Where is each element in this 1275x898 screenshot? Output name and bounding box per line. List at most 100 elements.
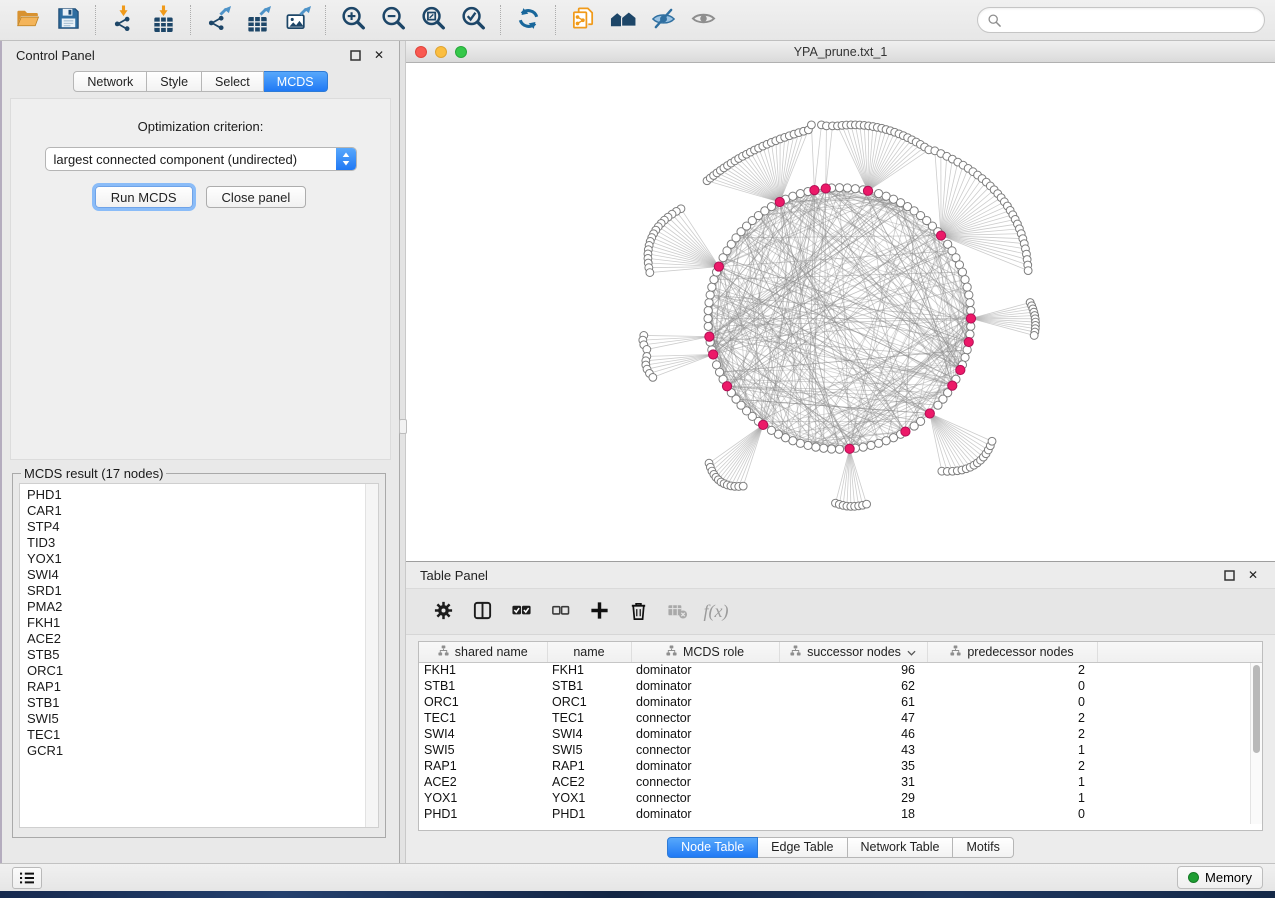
cell-name[interactable]: TEC1: [547, 710, 631, 726]
column-view-button[interactable]: [469, 599, 495, 625]
tab-select[interactable]: Select: [202, 71, 264, 92]
select-all-button[interactable]: [508, 599, 534, 625]
graph-node[interactable]: [875, 190, 883, 198]
cell-successor-nodes[interactable]: 43: [779, 742, 927, 758]
save-session-button[interactable]: [48, 4, 88, 36]
tab-motifs[interactable]: Motifs: [953, 837, 1013, 858]
result-node-item[interactable]: PMA2: [27, 599, 378, 615]
cell-name[interactable]: ORC1: [547, 694, 631, 710]
result-node-item[interactable]: YOX1: [27, 551, 378, 567]
graph-node[interactable]: [708, 283, 716, 291]
cell-predecessor-nodes[interactable]: 0: [927, 678, 1097, 694]
graph-node[interactable]: [827, 445, 835, 453]
mcds-node[interactable]: [863, 186, 872, 195]
graph-node[interactable]: [965, 291, 973, 299]
table-scrollbar-thumb[interactable]: [1253, 665, 1260, 753]
graph-node[interactable]: [961, 275, 969, 283]
graph-node[interactable]: [966, 299, 974, 307]
zoom-selected-button[interactable]: [453, 4, 493, 36]
tab-edge-table[interactable]: Edge Table: [758, 837, 847, 858]
cell-successor-nodes[interactable]: 61: [779, 694, 927, 710]
refresh-view-button[interactable]: [508, 4, 548, 36]
cell-shared-name[interactable]: STB1: [419, 678, 547, 694]
graph-node[interactable]: [867, 441, 875, 449]
cell-name[interactable]: PHD1: [547, 806, 631, 822]
cell-predecessor-nodes[interactable]: 0: [927, 694, 1097, 710]
panel-splitter[interactable]: [400, 41, 406, 863]
result-node-item[interactable]: SRD1: [27, 583, 378, 599]
cell-successor-nodes[interactable]: 31: [779, 774, 927, 790]
import-network-button[interactable]: [103, 4, 143, 36]
run-mcds-button[interactable]: Run MCDS: [95, 186, 193, 208]
graph-node[interactable]: [958, 268, 966, 276]
cell-shared-name[interactable]: SWI4: [419, 726, 547, 742]
graph-node[interactable]: [963, 283, 971, 291]
graph-node[interactable]: [704, 314, 712, 322]
graph-node[interactable]: [706, 291, 714, 299]
memory-button[interactable]: Memory: [1177, 866, 1263, 889]
graph-node[interactable]: [851, 185, 859, 193]
open-file-button[interactable]: [8, 4, 48, 36]
import-table-button[interactable]: [143, 4, 183, 36]
show-all-button[interactable]: [683, 4, 723, 36]
graph-node[interactable]: [739, 482, 747, 490]
cell-MCDS-role[interactable]: dominator: [631, 806, 779, 822]
cell-shared-name[interactable]: YOX1: [419, 790, 547, 806]
cell-predecessor-nodes[interactable]: 1: [927, 742, 1097, 758]
graph-node[interactable]: [820, 444, 828, 452]
close-panel-icon[interactable]: ✕: [371, 47, 387, 63]
graph-node[interactable]: [705, 299, 713, 307]
tab-style[interactable]: Style: [147, 71, 202, 92]
criterion-dropdown[interactable]: largest connected component (undirected): [45, 147, 357, 171]
cell-successor-nodes[interactable]: 18: [779, 806, 927, 822]
cell-MCDS-role[interactable]: connector: [631, 774, 779, 790]
close-window-icon[interactable]: [415, 46, 427, 58]
export-table-button[interactable]: [238, 4, 278, 36]
cell-MCDS-role[interactable]: connector: [631, 710, 779, 726]
graph-node[interactable]: [934, 401, 942, 409]
graph-node[interactable]: [835, 445, 843, 453]
cell-successor-nodes[interactable]: 47: [779, 710, 927, 726]
graph-node[interactable]: [807, 121, 815, 129]
network-canvas[interactable]: [406, 63, 1275, 561]
zoom-out-button[interactable]: [373, 4, 413, 36]
graph-node[interactable]: [789, 192, 797, 200]
zoom-in-button[interactable]: [333, 4, 373, 36]
column-header-MCDS-role[interactable]: MCDS role: [631, 642, 779, 662]
cell-shared-name[interactable]: TEC1: [419, 710, 547, 726]
cell-name[interactable]: RAP1: [547, 758, 631, 774]
cell-shared-name[interactable]: ACE2: [419, 774, 547, 790]
gear-button[interactable]: [430, 599, 456, 625]
cell-predecessor-nodes[interactable]: 1: [927, 774, 1097, 790]
zoom-fit-button[interactable]: [413, 4, 453, 36]
result-node-item[interactable]: SWI5: [27, 711, 378, 727]
graph-node[interactable]: [712, 361, 720, 369]
float-table-panel-icon[interactable]: [1221, 567, 1237, 583]
result-node-item[interactable]: ORC1: [27, 663, 378, 679]
column-header-shared-name[interactable]: shared name: [419, 642, 547, 662]
mcds-node[interactable]: [964, 337, 973, 346]
float-panel-icon[interactable]: [347, 47, 363, 63]
graph-node[interactable]: [910, 422, 918, 430]
cell-predecessor-nodes[interactable]: 2: [927, 710, 1097, 726]
tab-node-table[interactable]: Node Table: [667, 837, 758, 858]
cell-MCDS-role[interactable]: dominator: [631, 694, 779, 710]
graph-node[interactable]: [1024, 267, 1032, 275]
result-node-item[interactable]: STB1: [27, 695, 378, 711]
graph-node[interactable]: [961, 353, 969, 361]
home-button[interactable]: [603, 4, 643, 36]
result-node-item[interactable]: TID3: [27, 535, 378, 551]
table-scrollbar[interactable]: [1250, 663, 1262, 824]
delete-table-button[interactable]: [664, 599, 690, 625]
mcds-node[interactable]: [810, 186, 819, 195]
cell-shared-name[interactable]: SWI5: [419, 742, 547, 758]
cell-name[interactable]: SWI4: [547, 726, 631, 742]
cell-MCDS-role[interactable]: dominator: [631, 726, 779, 742]
graph-node[interactable]: [767, 203, 775, 211]
result-node-item[interactable]: STP4: [27, 519, 378, 535]
result-node-item[interactable]: STB5: [27, 647, 378, 663]
graph-node[interactable]: [796, 190, 804, 198]
cell-name[interactable]: SWI5: [547, 742, 631, 758]
cell-MCDS-role[interactable]: connector: [631, 742, 779, 758]
mcds-node[interactable]: [775, 197, 784, 206]
